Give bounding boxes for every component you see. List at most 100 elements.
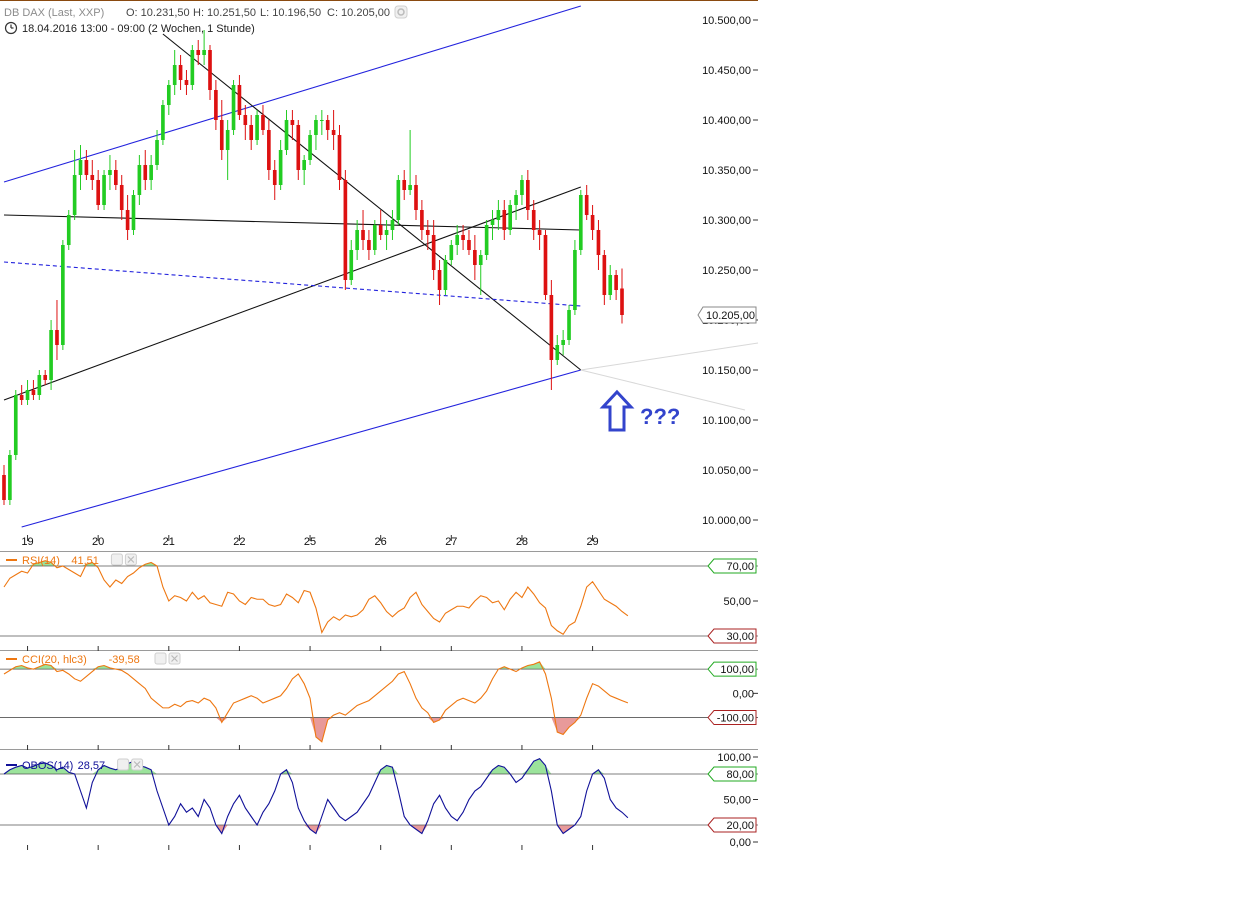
candle-body: [473, 250, 477, 265]
header-high: H: 10.251,50: [193, 7, 256, 19]
date-tick-label: 26: [375, 536, 387, 548]
candle-body: [96, 180, 100, 205]
trend-line-descending-black: [162, 33, 582, 371]
candle-body: [502, 210, 507, 230]
candle-body: [337, 135, 342, 180]
header-low: L: 10.196,50: [260, 7, 321, 19]
candle-body: [420, 210, 424, 230]
candle-body: [55, 330, 59, 345]
candle-body: [355, 230, 359, 250]
candle-body: [137, 165, 142, 195]
candle-body: [484, 225, 489, 255]
indicator-tick-label: 0,00: [730, 837, 751, 849]
candles: [2, 30, 624, 505]
price-tick-label: 10.000,00: [702, 515, 751, 527]
overbought-area: [4, 661, 628, 670]
candle-body: [237, 85, 242, 115]
candle-body: [437, 270, 442, 290]
date-tick-label: 27: [445, 536, 457, 548]
date-tick-label: 19: [21, 536, 33, 548]
candle-body: [620, 288, 624, 315]
indicator-value: -39,58: [109, 654, 140, 666]
candle-body: [125, 210, 130, 230]
candle-body: [208, 50, 212, 90]
candle-body: [155, 140, 159, 165]
candle-body: [214, 90, 218, 120]
candle-body: [184, 80, 189, 85]
candle-body: [272, 170, 277, 185]
candle-body: [537, 230, 542, 235]
header-close: C: 10.205,00: [327, 7, 390, 19]
clock-icon: [4, 21, 18, 35]
candle-body: [19, 395, 24, 400]
candle-body: [478, 255, 483, 265]
annotation: ???: [599, 389, 680, 432]
candle-body: [267, 130, 271, 170]
candle-body: [496, 210, 501, 220]
candle-body: [13, 395, 18, 455]
indicator-tick-label: 100,00: [717, 752, 751, 764]
date-tick-label: 28: [516, 536, 528, 548]
candle-body: [349, 250, 354, 280]
candle-body: [590, 215, 595, 230]
price-tick-label: 10.150,00: [702, 365, 751, 377]
price-tick-label: 10.350,00: [702, 165, 751, 177]
level-label: 0,00: [733, 688, 754, 700]
candle-body: [49, 330, 53, 380]
candle-body: [66, 215, 71, 245]
date-tick-label: 20: [92, 536, 104, 548]
date-tick-label: 21: [163, 536, 175, 548]
candle-body: [261, 115, 265, 130]
candle-body: [361, 230, 365, 240]
candle-body: [325, 120, 330, 130]
indicator-tick-label: 50,00: [723, 795, 751, 807]
candle-body: [119, 185, 124, 210]
candle-body: [390, 220, 395, 230]
trend-line-lower-channel-blue: [21, 369, 581, 528]
candle-body: [578, 195, 583, 250]
candle-body: [396, 180, 401, 220]
annotation-text: ???: [640, 404, 680, 429]
candle-body: [290, 120, 295, 125]
header-period: 18.04.2016 13:00 - 09:00 (2 Wochen, 1 St…: [22, 23, 255, 35]
level-label: -100,00: [717, 713, 754, 725]
candle-body: [308, 135, 312, 160]
candle-body: [614, 275, 618, 290]
candle-body: [608, 275, 613, 295]
level-label: 70,00: [726, 561, 754, 573]
candle-body: [431, 235, 436, 270]
candle-body: [255, 115, 259, 140]
price-tick-label: 10.100,00: [702, 415, 751, 427]
chart-header: DB DAX (Last, XXP) O: 10.231,50 H: 10.25…: [4, 5, 408, 35]
candle-body: [249, 125, 254, 140]
settings-icon[interactable]: [394, 5, 408, 19]
trend-line-ascending-black: [3, 186, 581, 401]
candle-body: [467, 240, 471, 250]
candle-body: [543, 235, 548, 295]
candle-body: [114, 170, 118, 185]
indicator-value: 41,51: [71, 555, 99, 567]
arrow-up-outline-icon: [599, 389, 635, 432]
candle-body: [143, 165, 148, 180]
price-tick-label: 10.250,00: [702, 265, 751, 277]
date-axis: 19 20 21 22 25 26 27 28 29: [21, 535, 599, 850]
candle-body: [567, 310, 571, 340]
date-tick-label: 22: [233, 536, 245, 548]
candle-body: [602, 255, 607, 295]
candle-body: [284, 120, 289, 150]
candle-body: [372, 225, 377, 250]
indicator-value: 28,57: [78, 760, 106, 772]
candle-body: [172, 65, 177, 85]
candle-body: [225, 130, 230, 150]
rsi-panel: 70,00 30,00 50,00 RSI(14) 41,51: [0, 553, 758, 644]
indicator-label: CCI(20, hlc3): [22, 654, 87, 666]
candle-body: [584, 195, 589, 215]
candle-body: [196, 50, 201, 55]
header-open: O: 10.231,50: [126, 7, 190, 19]
candle-body: [243, 115, 248, 125]
candle-body: [331, 130, 336, 135]
candle-body: [526, 180, 530, 210]
level-label: 100,00: [720, 664, 754, 676]
candle-body: [449, 245, 454, 260]
date-tick-label: 25: [304, 536, 316, 548]
